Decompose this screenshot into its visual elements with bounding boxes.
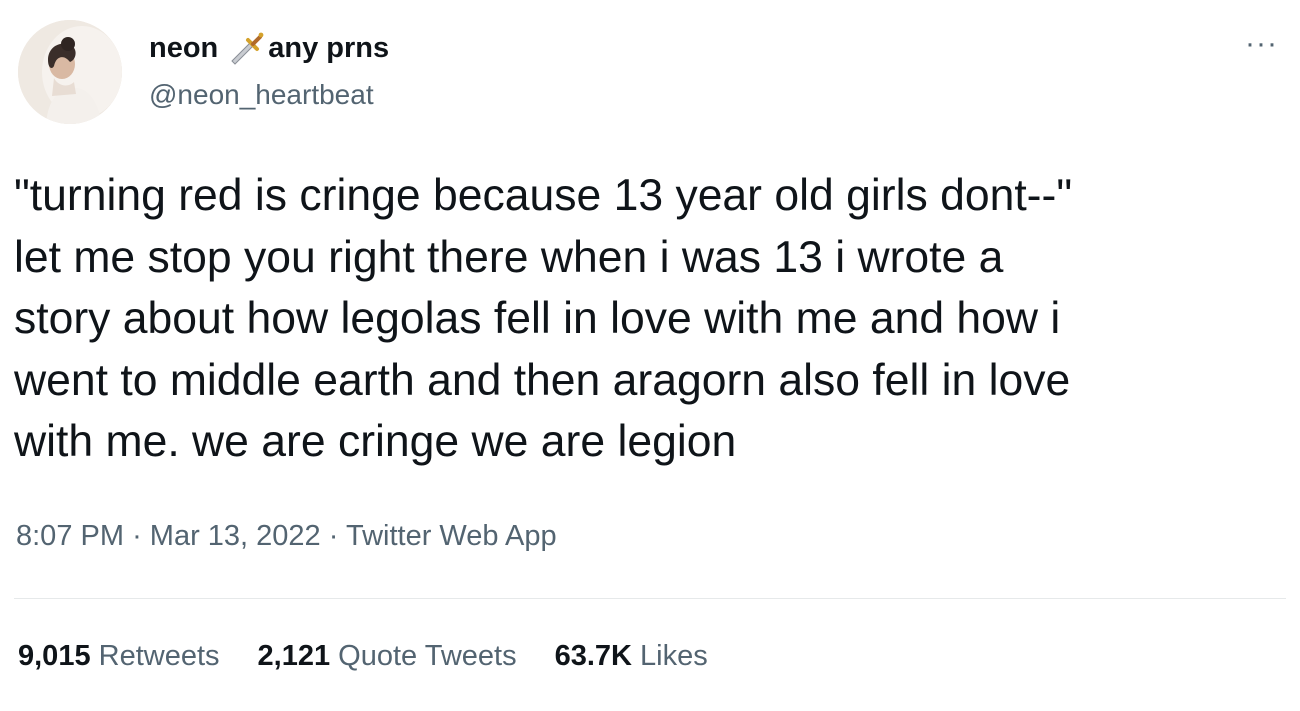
likes-count: 63.7K — [554, 640, 632, 672]
tweet-card: neon any prns @neon_heartbeat ··· "turni… — [0, 0, 1300, 711]
tweet-time[interactable]: 8:07 PM — [16, 520, 124, 552]
meta-separator: · — [132, 520, 142, 552]
quote-tweets-label: Quote Tweets — [338, 640, 517, 672]
retweets-label: Retweets — [98, 640, 220, 672]
quote-tweets-stat[interactable]: 2,121 Quote Tweets — [258, 640, 517, 673]
avatar[interactable] — [18, 20, 122, 124]
dagger-icon — [224, 28, 264, 68]
quote-tweets-count: 2,121 — [257, 640, 331, 672]
retweets-count: 9,015 — [18, 640, 91, 672]
author-name[interactable]: neon any prns — [149, 28, 389, 68]
more-icon[interactable]: ··· — [1245, 29, 1278, 59]
tweet-stats: 9,015 Retweets 2,121 Quote Tweets 63.7K … — [18, 640, 746, 673]
tweet-date[interactable]: Mar 13, 2022 — [150, 520, 321, 552]
tweet-source[interactable]: Twitter Web App — [346, 520, 557, 552]
avatar-image — [18, 20, 122, 124]
author-handle[interactable]: @neon_heartbeat — [149, 79, 374, 111]
author-name-rest: any prns — [268, 31, 390, 64]
likes-label: Likes — [640, 640, 708, 672]
tweet-meta: 8:07 PM · Mar 13, 2022 · Twitter Web App — [16, 520, 557, 553]
author-name-first: neon — [149, 31, 219, 64]
tweet-text: "turning red is cringe because 13 year o… — [14, 171, 1073, 466]
likes-stat[interactable]: 63.7K Likes — [555, 640, 708, 673]
meta-separator: · — [328, 520, 339, 552]
divider — [14, 598, 1286, 599]
retweets-stat[interactable]: 9,015 Retweets — [18, 640, 220, 673]
